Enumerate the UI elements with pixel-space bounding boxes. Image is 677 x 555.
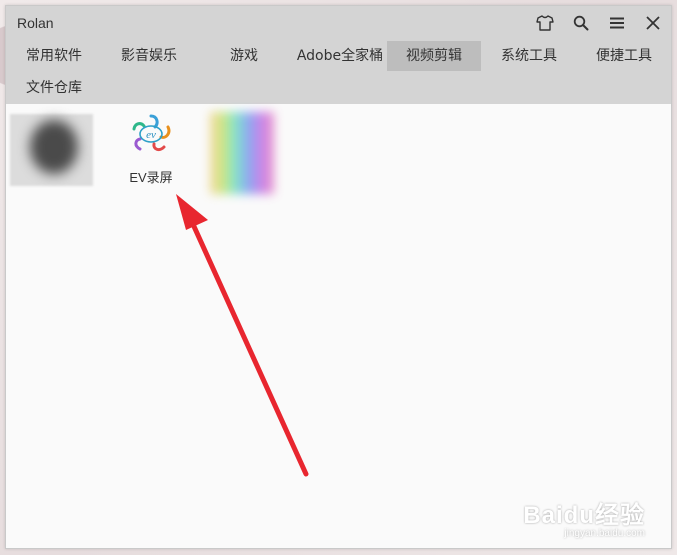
annotation-arrow xyxy=(176,194,309,477)
rolan-window: Rolan 常用软件 影音娱乐 游戏 Adobe全家桶 视频剪辑 系统工具 便捷… xyxy=(5,5,672,549)
baidu-watermark: Baidu经验 jingyan.baidu.com xyxy=(523,495,645,539)
watermark-main: Baidu经验 xyxy=(523,502,645,529)
